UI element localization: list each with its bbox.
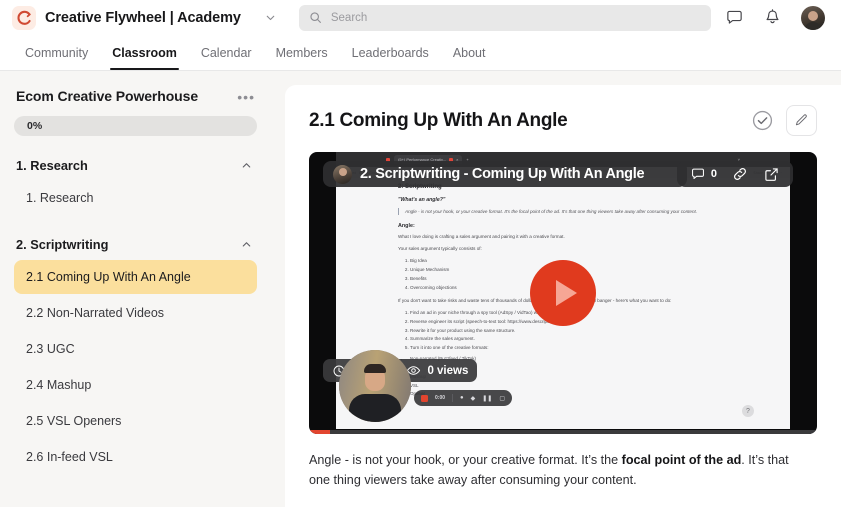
module-2-header[interactable]: 2. Scriptwriting	[14, 237, 257, 252]
bell-icon[interactable]	[763, 8, 782, 27]
page-title: 2.1 Coming Up With An Angle	[309, 109, 568, 131]
chat-icon[interactable]	[725, 8, 744, 27]
description-part-bold: focal point of the ad	[621, 453, 742, 467]
tab-members[interactable]: Members	[265, 35, 339, 70]
video-author-avatar	[333, 164, 352, 184]
main-panel-wrap: 2.1 Coming Up With An Angle (5+) Perform…	[271, 71, 841, 507]
main-nav: Community Classroom Calendar Members Lea…	[0, 35, 841, 71]
module-1: 1. Research 1. Research	[14, 158, 257, 215]
recorder-controls[interactable]: 0:00 ● ◆ ❚❚ ▢	[414, 390, 512, 406]
webcam-person-torso	[349, 394, 401, 422]
app-header: Creative Flywheel | Academy	[0, 0, 841, 35]
lesson-header-actions	[751, 105, 817, 136]
video-title-overlay: 2. Scriptwriting - Coming Up With An Ang…	[323, 161, 687, 187]
app-root: Creative Flywheel | Academy Search Commu…	[0, 0, 841, 507]
lesson-header: 2.1 Coming Up With An Angle	[309, 105, 817, 136]
video-player[interactable]: (5+) Performance Creativ... × + ˅ Untitl…	[309, 152, 817, 434]
tab-leaderboards[interactable]: Leaderboards	[341, 35, 440, 70]
slide-para-2: Your sales argument typically consists o…	[398, 246, 482, 251]
sidebar-lesson-2-2[interactable]: 2.2 Non-Narrated Videos	[14, 296, 257, 330]
pause-icon[interactable]: ❚❚	[482, 395, 492, 402]
video-title: 2. Scriptwriting - Coming Up With An Ang…	[360, 166, 645, 182]
stop-recording-icon[interactable]	[421, 394, 428, 402]
body: Ecom Creative Powerhouse ••• 0% 1. Resea…	[0, 71, 841, 507]
course-header: Ecom Creative Powerhouse •••	[14, 88, 257, 105]
sidebar-lesson-2-6[interactable]: 2.6 In-feed VSL	[14, 440, 257, 474]
video-progress-bar[interactable]	[309, 430, 817, 434]
search-icon	[309, 11, 322, 24]
chevron-up-icon[interactable]	[240, 159, 253, 172]
module-2-lessons: 2.1 Coming Up With An Angle 2.2 Non-Narr…	[14, 259, 257, 474]
slide-subheading: "What's an angle?"	[398, 197, 446, 203]
sidebar-lesson-1-research[interactable]: 1. Research	[14, 181, 257, 215]
video-views: 0 views	[427, 364, 469, 377]
lesson-description: Angle - is not your hook, or your creati…	[309, 451, 804, 490]
search-box[interactable]	[298, 4, 711, 31]
description-part-before: Angle - is not your hook, or your creati…	[309, 453, 622, 467]
play-triangle-icon	[555, 280, 577, 306]
tab-classroom[interactable]: Classroom	[101, 35, 188, 70]
check-circle-icon[interactable]	[751, 109, 774, 132]
brand-logo-icon	[12, 5, 36, 30]
video-comment-count: 0	[710, 168, 717, 180]
slide-quote: Angle - is not your hook, or your creati…	[398, 208, 732, 216]
webcam-person-hair	[364, 364, 386, 374]
link-icon[interactable]	[731, 165, 749, 183]
list-item: Rewrite it for your product using the sa…	[410, 327, 732, 336]
list-item: Summarize the sales argument.	[410, 335, 732, 344]
module-2-title: 2. Scriptwriting	[16, 236, 109, 252]
search-input[interactable]	[330, 11, 701, 24]
module-2: 2. Scriptwriting 2.1 Coming Up With An A…	[14, 237, 257, 474]
comment-icon[interactable]	[690, 166, 706, 182]
brand[interactable]: Creative Flywheel | Academy	[12, 5, 277, 30]
microphone-icon[interactable]: ●	[460, 395, 464, 401]
recording-time: 0:00	[435, 395, 446, 401]
course-progress-bar: 0%	[14, 115, 257, 136]
external-link-icon[interactable]	[763, 166, 780, 183]
video-actions-overlay: 0	[676, 161, 793, 187]
brand-title: Creative Flywheel | Academy	[45, 9, 241, 26]
video-help-icon[interactable]: ?	[742, 405, 754, 417]
avatar[interactable]	[801, 5, 825, 30]
pen-tool-icon[interactable]: ◆	[471, 395, 476, 402]
header-actions	[725, 5, 829, 30]
tab-calendar[interactable]: Calendar	[190, 35, 263, 70]
list-item: Turn it into one of the creative formats…	[410, 344, 732, 353]
module-1-title: 1. Research	[16, 157, 88, 173]
video-webcam-bubble	[339, 350, 411, 422]
video-progress-fill	[309, 430, 331, 434]
chevron-down-icon[interactable]	[264, 11, 277, 24]
sidebar-lesson-2-1[interactable]: 2.1 Coming Up With An Angle	[14, 259, 257, 294]
chevron-up-icon[interactable]	[240, 238, 253, 251]
course-sidebar: Ecom Creative Powerhouse ••• 0% 1. Resea…	[0, 71, 271, 507]
edit-lesson-button[interactable]	[786, 105, 817, 136]
sidebar-lesson-2-4[interactable]: 2.4 Mashup	[14, 368, 257, 402]
sidebar-lesson-2-5[interactable]: 2.5 VSL Openers	[14, 404, 257, 438]
course-more-icon[interactable]: •••	[237, 88, 255, 104]
slide-section-title: Angle:	[398, 223, 415, 230]
divider	[452, 394, 454, 402]
module-1-header[interactable]: 1. Research	[14, 158, 257, 173]
tab-community[interactable]: Community	[14, 35, 99, 70]
sidebar-lesson-2-3[interactable]: 2.3 UGC	[14, 332, 257, 366]
main-panel: 2.1 Coming Up With An Angle (5+) Perform…	[285, 85, 841, 507]
play-button[interactable]	[530, 260, 596, 326]
module-1-lessons: 1. Research	[14, 181, 257, 215]
tab-about[interactable]: About	[442, 35, 497, 70]
slide-para-1: What I love doing is crafting a sales ar…	[398, 234, 565, 240]
course-progress-label: 0%	[27, 119, 43, 132]
trash-icon[interactable]: ▢	[499, 395, 505, 402]
pencil-icon	[794, 113, 809, 128]
course-title: Ecom Creative Powerhouse	[16, 88, 198, 104]
